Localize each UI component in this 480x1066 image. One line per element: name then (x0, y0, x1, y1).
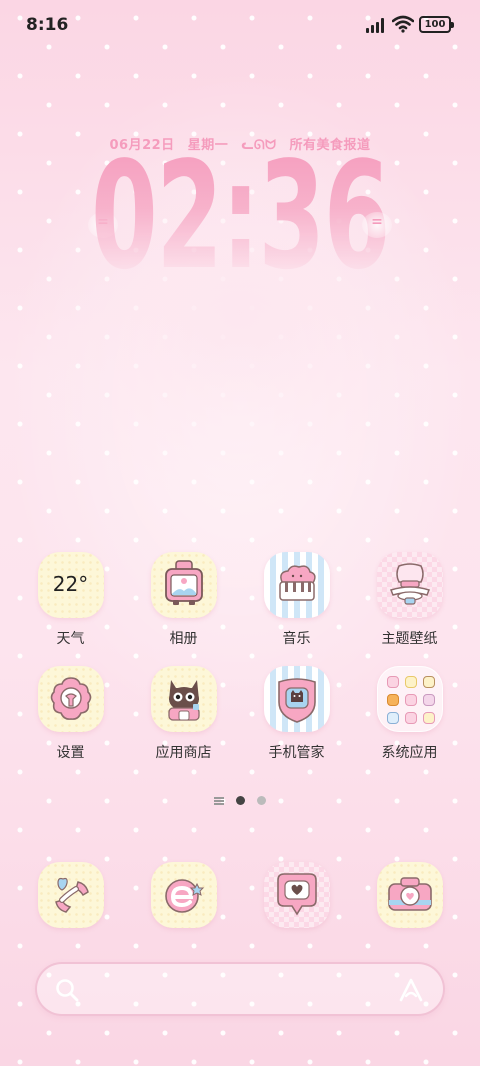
app-weather[interactable]: 22° 天气 (14, 552, 127, 648)
weather-temperature: 22° (52, 572, 89, 596)
minus-one-screen-icon[interactable] (214, 796, 224, 805)
app-label: 相册 (169, 631, 198, 647)
app-store-icon (150, 666, 217, 732)
phone-icon (37, 862, 104, 928)
status-bar: 8:16 100 (0, 0, 480, 50)
folder-preview-grid (386, 676, 435, 724)
app-system-apps-folder[interactable]: 系统应用 (353, 666, 466, 762)
folder-app-icon (404, 712, 417, 724)
phone-manager-icon (263, 666, 330, 732)
folder-app-icon (404, 694, 417, 706)
music-icon (263, 552, 330, 618)
search-input[interactable] (91, 974, 391, 1004)
app-app-store[interactable]: 应用商店 (127, 666, 240, 762)
page-indicator[interactable] (0, 796, 480, 805)
dock-camera[interactable] (353, 862, 466, 928)
app-label: 主题壁纸 (381, 631, 438, 647)
app-label: 应用商店 (155, 745, 212, 761)
gallery-icon (150, 552, 217, 618)
folder-app-icon (422, 712, 435, 724)
app-label: 天气 (56, 631, 85, 647)
system-apps-folder-icon (376, 666, 443, 732)
theme-icon (376, 552, 443, 618)
battery-icon: 100 (419, 16, 454, 33)
search-bar[interactable] (35, 962, 445, 1016)
wifi-icon (392, 15, 414, 33)
messages-icon (263, 862, 330, 928)
signal-icon (366, 18, 384, 33)
app-grid: 22° 天气 相册 音乐 主题壁纸 设置 应用商店 手机管家 系统应用 (14, 552, 466, 762)
status-time: 8:16 (26, 15, 69, 35)
folder-app-icon (422, 676, 435, 688)
folder-app-icon (386, 676, 399, 688)
app-theme[interactable]: 主题壁纸 (353, 552, 466, 648)
weather-icon: 22° (37, 552, 104, 618)
ai-assistant-icon[interactable] (397, 976, 425, 1004)
camera-icon (376, 862, 443, 928)
folder-app-icon (386, 694, 399, 706)
dock-messages[interactable] (240, 862, 353, 928)
folder-app-icon (404, 676, 417, 688)
search-icon[interactable] (54, 977, 80, 1003)
clock-time[interactable]: 02:36 (67, 142, 413, 290)
dock (14, 862, 466, 928)
browser-icon (150, 862, 217, 928)
page-dot-active[interactable] (236, 796, 245, 805)
app-gallery[interactable]: 相册 (127, 552, 240, 648)
app-settings[interactable]: 设置 (14, 666, 127, 762)
folder-app-icon (386, 712, 399, 724)
clock-side-ornament-right (362, 212, 392, 238)
page-dot[interactable] (257, 796, 266, 805)
dock-browser[interactable] (127, 862, 240, 928)
settings-icon (37, 666, 104, 732)
dock-phone[interactable] (14, 862, 127, 928)
app-label: 音乐 (282, 631, 311, 647)
app-label: 设置 (56, 745, 85, 761)
app-label: 手机管家 (268, 745, 325, 761)
app-label: 系统应用 (381, 745, 438, 761)
folder-app-icon (422, 694, 435, 706)
app-music[interactable]: 音乐 (240, 552, 353, 648)
app-phone-manager[interactable]: 手机管家 (240, 666, 353, 762)
